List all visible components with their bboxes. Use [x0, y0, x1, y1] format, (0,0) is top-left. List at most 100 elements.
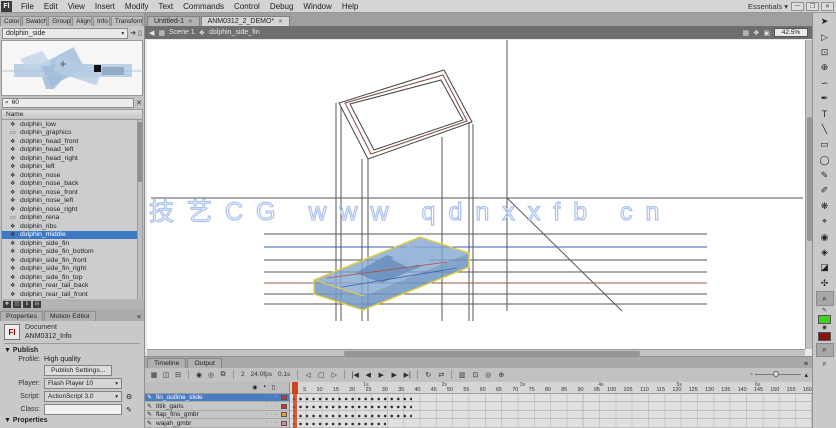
library-item[interactable]: ❖ dolphin_side_fin_right [2, 265, 142, 274]
zoom-level-input[interactable]: 42.5% [774, 28, 808, 37]
library-item[interactable]: ❖ dolphin_nose_back [2, 180, 142, 189]
stage-horizontal-scrollbar[interactable] [147, 349, 805, 356]
library-search-input[interactable]: ⌕ 60 [2, 98, 134, 108]
layer-lock-dot[interactable]: · [272, 412, 279, 418]
library-item[interactable]: ❖ dolphin_side_fin_front [2, 256, 142, 265]
library-item[interactable]: ❖ dolphin_nose_front [2, 188, 142, 197]
menu-item[interactable]: Commands [178, 2, 229, 11]
layer-outline-color-chip[interactable] [281, 395, 287, 400]
frames-area[interactable]: 1s2s3s4s5s6s 510152025303540455055606570… [290, 382, 812, 428]
goto-first-frame-button[interactable]: |◀ [350, 371, 360, 379]
library-item[interactable]: ❖ dolphin_nose_left [2, 197, 142, 206]
playhead[interactable] [293, 382, 297, 428]
layer-visibility-dot[interactable]: · [263, 394, 270, 400]
panel-tab[interactable]: Group [48, 16, 71, 26]
edit-multiple-frames-button[interactable]: ⧉ [218, 371, 228, 379]
library-item[interactable]: ❖ dolphin_nose [2, 171, 142, 180]
zoom-in-option[interactable]: ⌕ [816, 343, 834, 357]
new-layer-button[interactable]: ▦ [149, 371, 159, 379]
library-item[interactable]: ❖ dolphin_rear_tail_back [2, 282, 142, 291]
eraser-tool[interactable]: ◪ [816, 260, 834, 275]
selection-tool[interactable]: ➤ [816, 14, 834, 29]
layer-frames-row[interactable] [290, 411, 812, 420]
layer-visibility-dot[interactable]: · [263, 412, 270, 418]
properties-tab[interactable]: Motion Editor [44, 311, 96, 321]
breadcrumb-symbol[interactable]: dolphin_side_fin [209, 29, 260, 36]
library-footer-icon[interactable]: ℹ [23, 301, 31, 308]
expand-button[interactable]: ⊕ [496, 371, 506, 379]
layer-lock-dot[interactable]: · [272, 420, 279, 426]
loop-button[interactable]: ↻ [423, 371, 433, 379]
pencil-icon[interactable]: ✎ [126, 406, 132, 414]
onion-outline-button[interactable]: ◎ [206, 371, 216, 379]
panel-tab[interactable]: Transform [111, 16, 143, 26]
prev-frame-button[interactable]: ◀ [363, 371, 373, 379]
play-button[interactable]: ▶ [376, 371, 386, 379]
library-scrollbar[interactable] [137, 120, 142, 299]
oval-tool[interactable]: ◯ [816, 153, 834, 168]
library-item[interactable]: ❖ dolphin_left [2, 163, 142, 172]
publish-settings-button[interactable]: Publish Settings... [44, 365, 112, 376]
onion-markers-button[interactable]: ▥ [457, 371, 467, 379]
menu-item[interactable]: Help [337, 2, 363, 11]
menu-item[interactable]: Control [229, 2, 265, 11]
menu-item[interactable]: Window [298, 2, 336, 11]
layer-visibility-dot[interactable]: · [263, 420, 270, 426]
loop-range-button[interactable]: ⇄ [436, 371, 446, 379]
zoom-out-option[interactable]: ⌕ [816, 357, 834, 371]
window-button[interactable]: — [791, 2, 804, 11]
brush-tool[interactable]: ✐ [816, 183, 834, 198]
edit-symbol-icon[interactable]: ❖ [753, 29, 759, 37]
stop-button[interactable]: ▢ [316, 371, 326, 379]
library-footer-icon[interactable]: ❖ [3, 301, 11, 308]
subselection-tool[interactable]: ▷ [816, 29, 834, 44]
new-folder-button[interactable]: ◫ [161, 371, 171, 379]
panel-tab[interactable]: Align [72, 16, 92, 26]
panel-tab[interactable]: Info [93, 16, 110, 26]
document-tab[interactable]: ANM0312_2_DEMO* ✕ [201, 16, 290, 26]
properties-section-header[interactable]: ▼ Properties [4, 417, 140, 424]
lock-column-icon[interactable]: ▪ [264, 384, 266, 390]
text-tool[interactable]: T [816, 106, 834, 121]
panel-tab[interactable]: Color [0, 16, 21, 26]
eyedropper-tool[interactable]: ◈ [816, 245, 834, 260]
layer-outline-color-chip[interactable] [281, 404, 287, 409]
timeline-layer-row[interactable]: ✎ wajah_gmbr · · [145, 419, 289, 428]
pen-tool[interactable]: ✒ [816, 91, 834, 106]
delete-layer-button[interactable]: ⊟ [173, 371, 183, 379]
document-name[interactable]: ANM0312_Info [25, 333, 72, 340]
hand-tool[interactable]: ✣ [816, 276, 834, 291]
publish-section-header[interactable]: ▼ Publish [4, 347, 140, 354]
library-item[interactable]: ❖ dolphin_head_front [2, 137, 142, 146]
stage-canvas[interactable]: 技艺CG www qdnxxfb cn [147, 40, 805, 349]
menu-item[interactable]: Text [153, 2, 178, 11]
properties-tab[interactable]: Properties [0, 311, 43, 321]
layer-lock-dot[interactable]: · [272, 394, 279, 400]
center-frame-icon[interactable]: ▣ [763, 29, 770, 37]
library-item[interactable]: ❖ dolphin_low [2, 120, 142, 129]
player-select[interactable]: Flash Player 10 ▾ [44, 378, 122, 389]
lasso-tool[interactable]: ∽ [816, 76, 834, 91]
library-item[interactable]: ❖ dolphin_ribs [2, 222, 142, 231]
document-tab[interactable]: Untitled-1 ✕ [147, 16, 200, 26]
layer-outline-color-chip[interactable] [281, 421, 287, 426]
timeline-tab[interactable]: Timeline [147, 358, 186, 368]
frames-grid[interactable] [290, 394, 812, 428]
layer-outline-color-chip[interactable] [281, 412, 287, 417]
layer-lock-dot[interactable]: · [272, 403, 279, 409]
timeline-layer-row[interactable]: ✎ flap_fins_gmbr · · [145, 411, 289, 420]
library-footer-icon[interactable]: ⊟ [33, 301, 41, 308]
show-hide-column-icon[interactable]: ◉ [252, 384, 257, 391]
step-forward-button[interactable]: ▷ [329, 371, 339, 379]
timeline-tab[interactable]: Output [187, 358, 221, 368]
timeline-layer-row[interactable]: ✎ fin_outline_slide · · [145, 394, 289, 403]
goto-last-frame-button[interactable]: ▶| [402, 371, 412, 379]
center-playhead-button[interactable]: ⊡ [470, 371, 480, 379]
menu-item[interactable]: File [16, 2, 39, 11]
pin-icon[interactable]: ➜ [130, 29, 136, 37]
breadcrumb-scene[interactable]: Scene 1 [169, 29, 195, 36]
deco-tool[interactable]: ❋ [816, 199, 834, 214]
next-frame-button[interactable]: ▶ [389, 371, 399, 379]
library-item[interactable]: ▭ dolphin_graphics [2, 129, 142, 138]
timeline-layer-row[interactable]: ✎ titik_garis · · [145, 402, 289, 411]
